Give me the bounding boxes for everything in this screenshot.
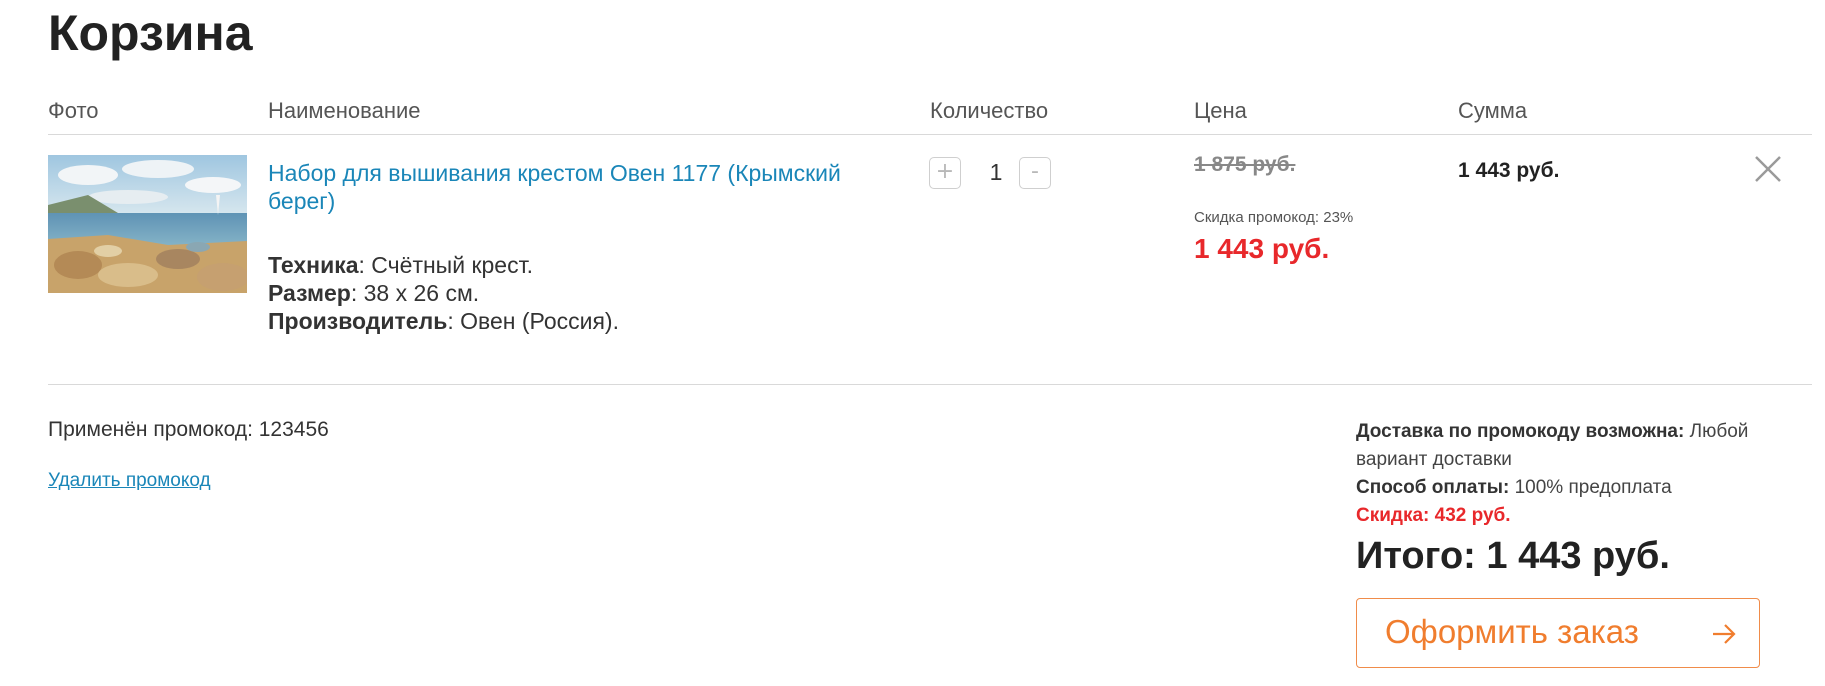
quantity-increase-button[interactable]: + <box>929 157 961 189</box>
header-sum: Сумма <box>1458 98 1528 123</box>
spec-manufacturer: Производитель: Овен (Россия). <box>268 307 619 335</box>
promo-discount-label: Скидка промокод: 23% <box>1194 209 1354 226</box>
spec-size: Размер: 38 х 26 см. <box>268 279 619 307</box>
item-sum: 1 443 руб. <box>1458 159 1560 182</box>
order-summary: Доставка по промокоду возможна: Любой ва… <box>1356 418 1796 578</box>
delivery-info: Доставка по промокоду возможна: Любой ва… <box>1356 418 1796 474</box>
quantity-decrease-button[interactable]: - <box>1019 157 1051 189</box>
spec-value: : 38 х 26 см. <box>350 280 480 306</box>
spec-label: Техника <box>268 252 359 278</box>
checkout-label: Оформить заказ <box>1385 613 1639 650</box>
spec-label: Размер <box>268 280 351 306</box>
product-title-link[interactable]: Набор для вышивания крестом Овен 1177 (К… <box>268 159 908 215</box>
spec-technique: Техника: Счётный крест. <box>268 251 619 279</box>
header-price: Цена <box>1194 98 1247 123</box>
total-discount: Скидка: 432 руб. <box>1356 505 1511 526</box>
header-quantity: Количество <box>930 98 1049 123</box>
delivery-label: Доставка по промокоду возможна: <box>1356 421 1685 442</box>
arrow-right-icon <box>1713 624 1736 644</box>
table-header: Фото Наименование Количество Цена Сумма <box>48 98 1812 135</box>
header-photo: Фото <box>48 98 99 123</box>
payment-label: Способ оплаты: <box>1356 477 1510 498</box>
spec-value: : Овен (Россия). <box>447 308 619 334</box>
remove-promo-link[interactable]: Удалить промокод <box>48 470 211 492</box>
product-specs: Техника: Счётный крест. Размер: 38 х 26 … <box>268 251 619 335</box>
cart-item-row: Набор для вышивания крестом Овен 1177 (К… <box>48 135 1812 385</box>
payment-value: 100% предоплата <box>1514 477 1672 498</box>
old-price: 1 875 руб. <box>1194 153 1296 176</box>
header-name: Наименование <box>268 98 421 123</box>
quantity-value: 1 <box>989 159 1003 185</box>
product-photo[interactable] <box>48 155 247 293</box>
discounted-price: 1 443 руб. <box>1194 233 1330 264</box>
close-icon[interactable] <box>1748 149 1788 189</box>
promo-applied-text: Применён промокод: 123456 <box>48 418 329 441</box>
spec-value: : Счётный крест. <box>358 252 533 278</box>
payment-info: Способ оплаты: 100% предоплата <box>1356 474 1796 502</box>
checkout-button[interactable]: Оформить заказ <box>1356 598 1760 668</box>
spec-label: Производитель <box>268 308 448 334</box>
page-title: Корзина <box>48 5 253 61</box>
order-total: Итого: 1 443 руб. <box>1356 535 1670 577</box>
cart-page: Корзина Фото Наименование Количество Цен… <box>0 0 1825 686</box>
